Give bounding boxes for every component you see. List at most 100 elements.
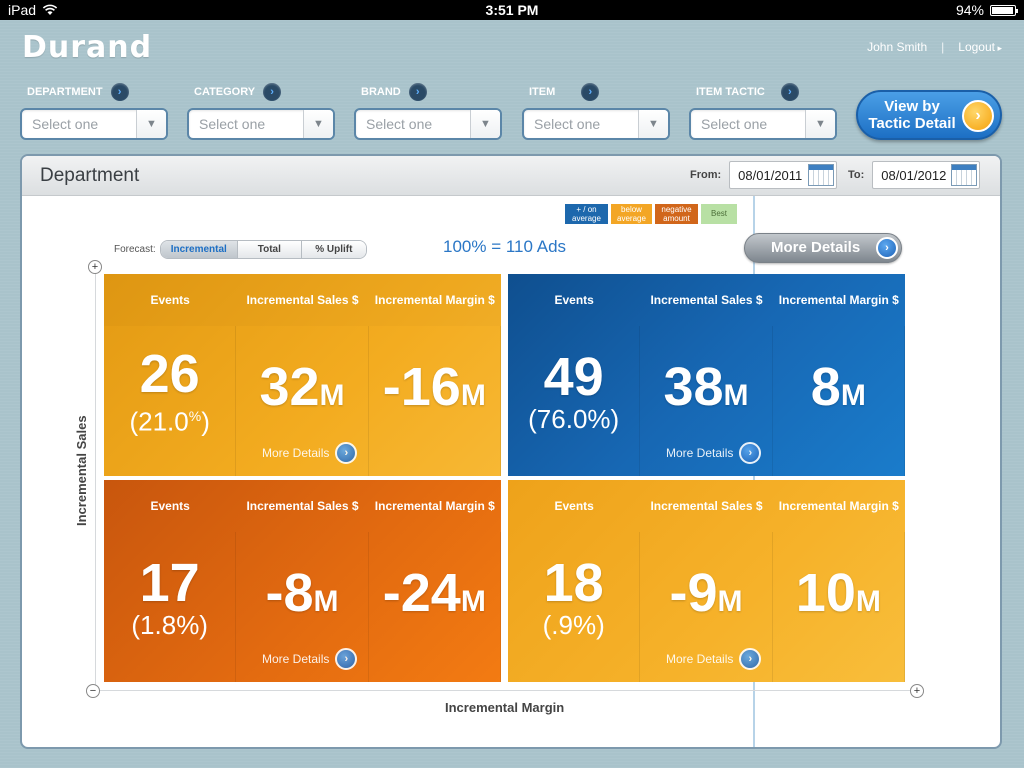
calendar-icon[interactable] xyxy=(951,164,978,186)
chevron-down-icon[interactable]: ▼ xyxy=(805,110,835,138)
quadrant-bottom-right[interactable]: Events Incremental Sales $ Incremental M… xyxy=(508,480,905,682)
forecast-option-uplift[interactable]: % Uplift xyxy=(301,241,366,258)
info-arrow-icon[interactable]: › xyxy=(780,83,799,101)
more-details-label: More Details xyxy=(771,239,861,256)
battery-icon xyxy=(990,4,1018,16)
events-value: 18 xyxy=(543,553,604,613)
chevron-right-icon: › xyxy=(335,648,358,670)
filter-label: DEPARTMENT xyxy=(27,86,103,98)
more-details-text: More Details xyxy=(262,446,330,460)
forecast-segmented-control: Incremental Total % Uplift xyxy=(159,240,367,259)
sales-value: -8M xyxy=(265,562,339,623)
quadrant-more-details[interactable]: More Details › xyxy=(262,442,358,464)
calendar-icon[interactable] xyxy=(808,164,835,186)
margin-value: 10M xyxy=(795,562,881,623)
margin-cell: -24M xyxy=(369,532,501,682)
view-button-line1: View by xyxy=(884,98,940,115)
column-sales: Incremental Sales $ xyxy=(246,498,359,513)
department-panel: Department From: 08/01/2011 To: 08/01/20… xyxy=(20,154,1002,749)
select-value: Select one xyxy=(534,116,601,132)
info-arrow-icon[interactable]: › xyxy=(408,83,427,101)
filter-label: CATEGORY xyxy=(194,86,256,98)
events-cell: 17 (1.8%) xyxy=(104,532,237,682)
column-events: Events xyxy=(554,498,594,513)
view-by-tactic-detail-button[interactable]: View by Tactic Detail › xyxy=(856,90,1002,140)
chevron-down-icon[interactable]: ▼ xyxy=(638,110,668,138)
from-date-field[interactable]: 08/01/2011 xyxy=(729,161,838,189)
x-axis-expand-icon[interactable]: + xyxy=(910,684,924,698)
filter-category: CATEGORY › Select one ▼ xyxy=(187,83,335,140)
quadrant-more-details[interactable]: More Details › xyxy=(666,442,762,464)
events-cell: 26 (21.0%) xyxy=(104,326,237,476)
item-tactic-select[interactable]: Select one ▼ xyxy=(689,108,837,140)
to-date-field[interactable]: 08/01/2012 xyxy=(872,161,981,189)
column-margin: Incremental Margin $ xyxy=(374,292,495,307)
user-separator: | xyxy=(941,40,945,54)
more-details-button[interactable]: More Details › xyxy=(744,233,902,263)
forecast-toggle: Forecast: Incremental Total % Uplift xyxy=(114,240,367,259)
quadrant-top-right[interactable]: Events Incremental Sales $ Incremental M… xyxy=(508,274,905,476)
forecast-option-total[interactable]: Total xyxy=(237,241,302,258)
events-percent: (76.0%) xyxy=(528,404,620,434)
item-select[interactable]: Select one ▼ xyxy=(522,108,670,140)
filter-label: ITEM xyxy=(529,86,556,98)
y-axis-expand-icon[interactable]: + xyxy=(88,260,102,274)
y-axis-line xyxy=(95,268,96,696)
margin-cell: 8M xyxy=(773,326,905,476)
margin-value: 8M xyxy=(810,356,866,417)
chevron-down-icon[interactable]: ▼ xyxy=(470,110,500,138)
quadrant-more-details[interactable]: More Details › xyxy=(666,648,762,670)
info-arrow-icon[interactable]: › xyxy=(110,83,129,101)
forecast-option-incremental[interactable]: Incremental xyxy=(160,241,238,258)
info-arrow-icon[interactable]: › xyxy=(263,83,282,101)
chevron-right-icon: › xyxy=(876,237,898,259)
select-value: Select one xyxy=(701,116,768,132)
device-name: iPad xyxy=(8,2,37,18)
axis-collapse-icon[interactable]: − xyxy=(86,684,100,698)
margin-value: -24M xyxy=(382,562,486,623)
x-axis-line xyxy=(95,690,915,691)
events-cell: 18 (.9%) xyxy=(508,532,641,682)
select-value: Select one xyxy=(199,116,266,132)
column-margin: Incremental Margin $ xyxy=(778,292,899,307)
select-value: Select one xyxy=(32,116,99,132)
status-time: 3:51 PM xyxy=(485,2,539,18)
quadrant-more-details[interactable]: More Details › xyxy=(262,648,358,670)
margin-cell: -16M xyxy=(369,326,501,476)
legend-below-average: below average xyxy=(611,204,652,224)
department-select[interactable]: Select one ▼ xyxy=(20,108,168,140)
wifi-icon xyxy=(42,4,58,15)
logout-link[interactable]: Logout xyxy=(958,40,1002,54)
filter-brand: BRAND › Select one ▼ xyxy=(354,83,502,140)
chevron-right-icon: › xyxy=(739,648,762,670)
chevron-down-icon[interactable]: ▼ xyxy=(136,110,166,138)
category-select[interactable]: Select one ▼ xyxy=(187,108,335,140)
events-percent: (.9%) xyxy=(542,610,605,640)
events-value: 26 xyxy=(139,344,200,405)
column-events: Events xyxy=(150,292,190,307)
view-button-line2: Tactic Detail xyxy=(868,115,956,132)
from-date-value: 08/01/2011 xyxy=(738,167,803,183)
y-axis-label: Incremental Sales xyxy=(74,415,89,526)
events-value: 17 xyxy=(139,553,200,613)
quadrant-header: Events Incremental Sales $ Incremental M… xyxy=(104,274,501,326)
column-sales: Incremental Sales $ xyxy=(650,292,763,307)
user-name: John Smith xyxy=(867,40,928,54)
quadrant-header: Events Incremental Sales $ Incremental M… xyxy=(508,480,905,532)
chevron-right-icon: › xyxy=(739,442,762,464)
info-arrow-icon[interactable]: › xyxy=(581,83,600,101)
column-sales: Incremental Sales $ xyxy=(650,498,763,513)
brand-select[interactable]: Select one ▼ xyxy=(354,108,502,140)
column-events: Events xyxy=(150,498,190,513)
column-margin: Incremental Margin $ xyxy=(778,498,899,513)
quadrant-header: Events Incremental Sales $ Incremental M… xyxy=(508,274,905,326)
margin-cell: 10M xyxy=(773,532,905,682)
page-title: Department xyxy=(40,164,140,186)
chevron-down-icon[interactable]: ▼ xyxy=(303,110,333,138)
legend: + / on average below average negative am… xyxy=(565,204,737,224)
legend-above-average: + / on average xyxy=(565,204,608,224)
more-details-text: More Details xyxy=(666,446,734,460)
quadrant-bottom-left[interactable]: Events Incremental Sales $ Incremental M… xyxy=(104,480,501,682)
quadrant-top-left[interactable]: Events Incremental Sales $ Incremental M… xyxy=(104,274,501,476)
events-cell: 49 (76.0%) xyxy=(508,326,641,476)
